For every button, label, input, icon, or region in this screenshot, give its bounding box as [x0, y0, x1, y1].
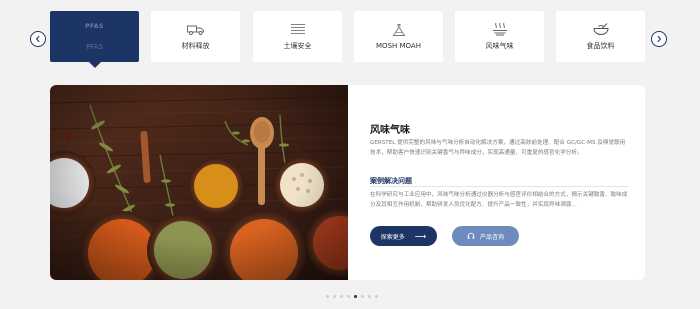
- pagination-dot[interactable]: [354, 295, 357, 298]
- tab-pfas[interactable]: PFAS PFAS: [50, 11, 139, 68]
- tab-food-beverage[interactable]: 食品饮料: [556, 11, 645, 62]
- truck-icon: [186, 22, 206, 36]
- pagination-dot[interactable]: [361, 295, 364, 298]
- tab-flavor-odor[interactable]: 风味气味: [455, 11, 544, 62]
- headset-icon: [467, 232, 475, 239]
- carousel-pagination: [326, 295, 378, 298]
- tab-label: 材料释放: [181, 42, 210, 50]
- pagination-dot[interactable]: [347, 295, 350, 298]
- pagination-dot[interactable]: [368, 295, 371, 298]
- case-heading: 案例解决问题: [370, 177, 412, 185]
- carousel-next-button[interactable]: [651, 31, 667, 47]
- explore-more-label: 探索更多: [380, 233, 405, 241]
- tab-label: MOSH MOAH: [376, 42, 421, 50]
- pagination-dot[interactable]: [340, 295, 343, 298]
- tab-mosh-moah[interactable]: MOSH MOAH: [354, 11, 443, 62]
- feature-slide: 风味气味 GERSTEL 提供完整的风味与气味分析自动化解决方案，通过高效前处理…: [50, 85, 645, 280]
- chevron-left-icon: [35, 35, 40, 43]
- chevron-right-icon: [657, 35, 662, 43]
- explore-more-button[interactable]: 探索更多 ⟶: [370, 226, 437, 246]
- pagination-dot[interactable]: [333, 295, 336, 298]
- tab-label: PFAS: [86, 42, 103, 51]
- product-consult-button[interactable]: 产品咨询: [452, 226, 519, 246]
- soil-layers-icon: [288, 22, 308, 36]
- tab-label: 风味气味: [485, 42, 514, 50]
- spices-photo: [50, 85, 348, 280]
- tab-label: 土壤安全: [283, 42, 312, 50]
- flask-icon: [389, 23, 409, 37]
- tab-material-release[interactable]: 材料释放: [151, 11, 240, 62]
- bowl-icon: [591, 22, 611, 36]
- carousel-prev-button[interactable]: [30, 31, 46, 47]
- slide-description: GERSTEL 提供完整的风味与气味分析自动化解决方案，通过高效前处理、配合 G…: [370, 140, 626, 156]
- pfas-icon: PFAS: [85, 22, 104, 30]
- pagination-dot[interactable]: [326, 295, 329, 298]
- product-consult-label: 产品咨询: [479, 233, 504, 241]
- case-text: 在科学研究与工业应用中，风味气味分析通过仪器分析与感官评价相结合的方式，揭示关键…: [370, 192, 628, 208]
- tab-soil-safety[interactable]: 土壤安全: [253, 11, 342, 62]
- slide-title: 风味气味: [370, 125, 410, 136]
- tab-label: 食品饮料: [586, 42, 615, 50]
- pagination-dot[interactable]: [375, 295, 378, 298]
- divider: [370, 186, 628, 187]
- steam-icon: [490, 22, 510, 36]
- arrow-right-icon: ⟶: [414, 231, 427, 241]
